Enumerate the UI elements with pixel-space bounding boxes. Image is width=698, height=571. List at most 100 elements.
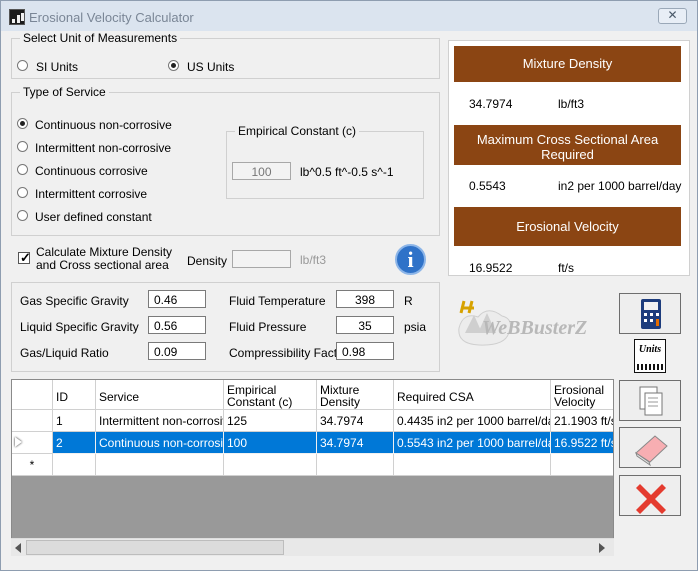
service-type-label: Type of Service	[20, 85, 109, 99]
empirical-constant-label: Empirical Constant (c)	[235, 124, 360, 138]
temperature-unit: R	[404, 294, 413, 308]
erosional-velocity-column-header[interactable]: Erosional Velocity	[551, 380, 613, 410]
us-units-label: US Units	[187, 60, 235, 74]
webbusterz-logo: WeBBusterZ	[451, 291, 595, 349]
row-header-1[interactable]	[12, 410, 53, 432]
calculate-button[interactable]	[619, 293, 681, 334]
table-cell[interactable]: 1	[53, 410, 96, 432]
row-header-corner	[12, 380, 53, 410]
pressure-label: Fluid Pressure	[229, 320, 307, 334]
intermittent-non-corrosive-radio[interactable]	[17, 141, 28, 152]
mixture-density-unit: lb/ft3	[558, 97, 585, 111]
service-column-header[interactable]: Service	[96, 380, 224, 410]
temperature-label: Fluid Temperature	[229, 294, 326, 308]
table-cell[interactable]: 0.4435 in2 per 1000 barrel/day	[394, 410, 551, 432]
horizontal-scrollbar[interactable]	[11, 538, 614, 556]
liquid-gravity-input[interactable]: 0.56	[148, 316, 206, 334]
calculator-icon	[641, 299, 661, 329]
continuous-non-corrosive-radio[interactable]	[17, 118, 28, 129]
pressure-unit: psia	[404, 320, 427, 334]
close-button[interactable]: ✕	[658, 8, 687, 24]
erosional-velocity-window: Erosional Velocity Calculator ✕ Select U…	[0, 0, 698, 571]
units-icon: Units	[638, 344, 662, 355]
temperature-input[interactable]: 398	[336, 290, 394, 308]
gas-liquid-ratio-input[interactable]: 0.09	[148, 342, 206, 360]
app-icon	[9, 9, 25, 25]
max-area-title: Maximum Cross Sectional Area Required	[454, 125, 681, 165]
mixture-density-title: Mixture Density	[454, 46, 681, 82]
delete-icon	[636, 484, 666, 514]
delete-button[interactable]	[619, 475, 681, 516]
table-cell[interactable]: 16.9522 ft/s	[551, 432, 613, 454]
max-area-value: 0.5543	[469, 179, 506, 193]
new-row-cell[interactable]	[53, 454, 96, 476]
current-row-indicator[interactable]	[12, 432, 53, 454]
continuous-corrosive-radio[interactable]	[17, 164, 28, 175]
scroll-left-icon[interactable]	[15, 543, 21, 553]
intermittent-non-corrosive-label: Intermittent non-corrosive	[35, 141, 172, 155]
empirical-constant-unit: lb^0.5 ft^-0.5 s^-1	[300, 165, 394, 179]
mixture-density-column-header[interactable]: Mixture Density	[317, 380, 394, 410]
calculate-density-label: Calculate Mixture Density and Cross sect…	[36, 245, 173, 272]
id-column-header[interactable]: ID	[53, 380, 96, 410]
user-defined-constant-label: User defined constant	[35, 210, 152, 224]
liquid-gravity-label: Liquid Specific Gravity	[20, 320, 139, 334]
continuous-corrosive-label: Continuous corrosive	[35, 164, 148, 178]
table-cell[interactable]: 0.5543 in2 per 1000 barrel/day	[394, 432, 551, 454]
new-row-cell[interactable]	[96, 454, 224, 476]
scroll-right-icon[interactable]	[599, 543, 605, 553]
title-bar: Erosional Velocity Calculator ✕	[1, 1, 697, 31]
window-title: Erosional Velocity Calculator	[29, 10, 194, 25]
si-units-radio[interactable]	[17, 60, 28, 71]
table-cell[interactable]: 2	[53, 432, 96, 454]
table-cell[interactable]: Intermittent non-corrosive	[96, 410, 224, 432]
compressibility-input[interactable]: 0.98	[336, 342, 394, 360]
required-csa-column-header[interactable]: Required CSA	[394, 380, 551, 410]
erosional-velocity-unit: ft/s	[558, 261, 575, 275]
intermittent-corrosive-label: Intermittent corrosive	[35, 187, 148, 201]
gas-gravity-input[interactable]: 0.46	[148, 290, 206, 308]
calculate-density-checkbox[interactable]	[18, 250, 31, 266]
new-row-marker[interactable]: *	[12, 454, 53, 476]
logo-text: WeBBusterZ	[482, 317, 588, 339]
user-defined-constant-radio[interactable]	[17, 210, 28, 221]
density-unit: lb/ft3	[300, 253, 327, 267]
density-input[interactable]	[232, 250, 291, 268]
table-cell[interactable]: Continuous non-corrosive	[96, 432, 224, 454]
unit-measurement-label: Select Unit of Measurements	[20, 31, 181, 45]
pressure-input[interactable]: 35	[336, 316, 394, 334]
new-row-cell[interactable]	[551, 454, 613, 476]
gas-liquid-ratio-label: Gas/Liquid Ratio	[20, 346, 109, 360]
gas-gravity-label: Gas Specific Gravity	[20, 294, 129, 308]
clear-button[interactable]	[619, 427, 681, 468]
table-cell[interactable]: 100	[224, 432, 317, 454]
us-units-radio[interactable]	[168, 60, 179, 71]
mixture-density-value: 34.7974	[469, 97, 513, 111]
copy-button[interactable]	[619, 380, 681, 421]
si-units-label: SI Units	[36, 60, 79, 74]
table-cell[interactable]: 34.7974	[317, 432, 394, 454]
info-icon[interactable]: i	[395, 244, 426, 275]
density-label: Density	[187, 254, 228, 268]
table-cell[interactable]: 21.1903 ft/s	[551, 410, 613, 432]
empirical-constant-input[interactable]: 100	[232, 162, 291, 180]
copy-icon	[639, 386, 663, 416]
empirical-constant-column-header[interactable]: Empirical Constant (c)	[224, 380, 317, 410]
units-button[interactable]: Units	[634, 339, 666, 373]
new-row-cell[interactable]	[224, 454, 317, 476]
continuous-non-corrosive-label: Continuous non-corrosive	[35, 118, 172, 132]
ruler-marks	[637, 364, 663, 370]
new-row-cell[interactable]	[394, 454, 551, 476]
erosional-velocity-value: 16.9522	[469, 261, 513, 275]
intermittent-corrosive-radio[interactable]	[17, 187, 28, 198]
table-cell[interactable]: 34.7974	[317, 410, 394, 432]
compressibility-label: Compressibility Factor	[229, 346, 348, 360]
max-area-unit: in2 per 1000 barrel/day	[558, 179, 682, 193]
eraser-icon	[635, 435, 668, 467]
erosional-velocity-title: Erosional Velocity	[454, 207, 681, 246]
current-row-arrow-icon	[15, 437, 22, 447]
new-row-cell[interactable]	[317, 454, 394, 476]
scroll-thumb[interactable]	[26, 540, 284, 555]
results-table: ID Service Empirical Constant (c) Mixtur…	[11, 379, 614, 556]
table-cell[interactable]: 125	[224, 410, 317, 432]
